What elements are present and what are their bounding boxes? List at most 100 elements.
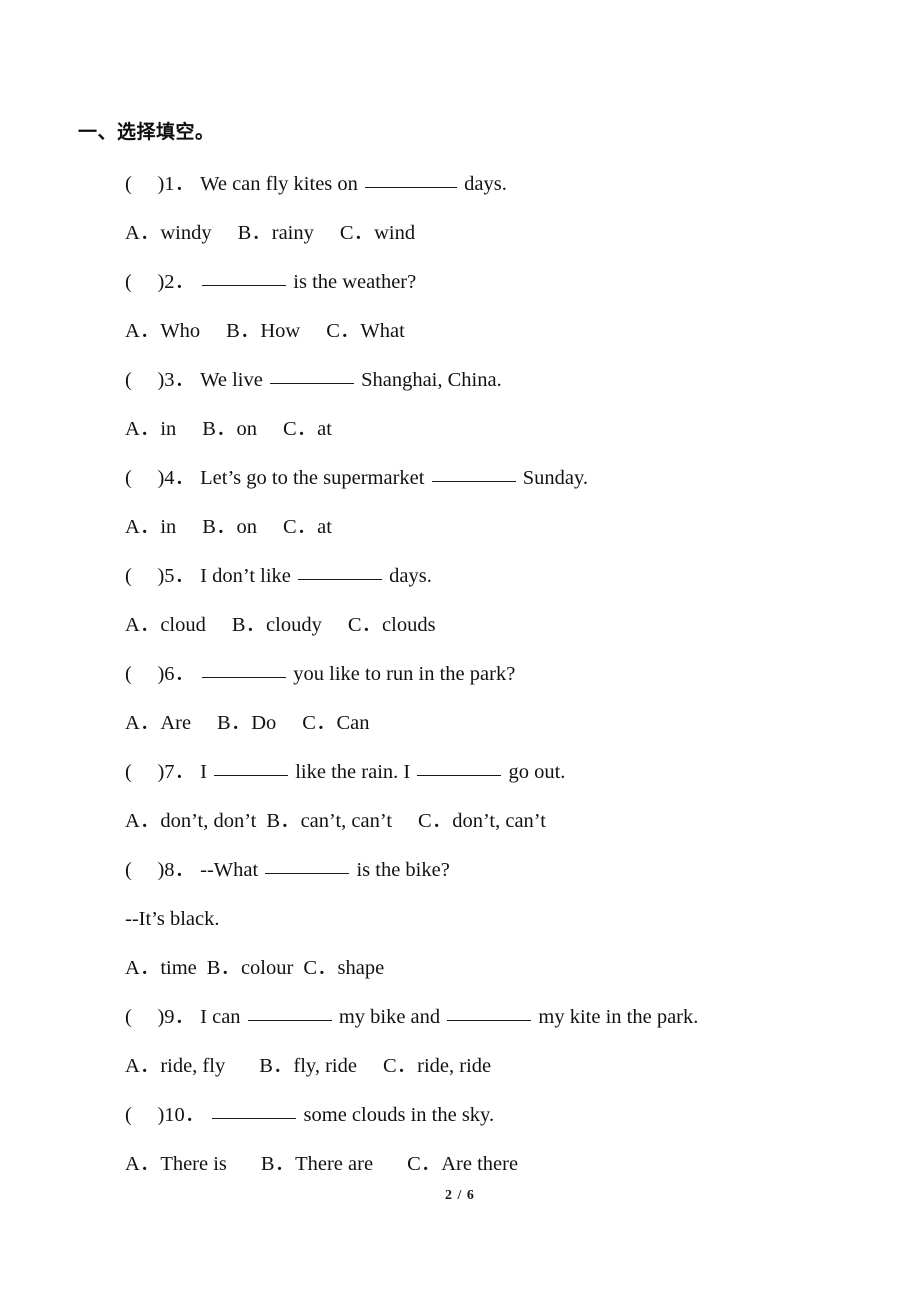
option-b-text-5[interactable]: cloudy — [266, 614, 322, 636]
option-c-label-2: C． — [326, 320, 361, 342]
option-c-text-1[interactable]: wind — [374, 222, 415, 244]
option-b-text-2[interactable]: How — [260, 320, 300, 342]
question-text-4-after: Sunday. — [517, 467, 589, 489]
option-a-text-10[interactable]: There is — [160, 1153, 227, 1175]
option-c-text-7[interactable]: don’t, can’t — [452, 810, 546, 832]
question-text-1-after: days. — [459, 173, 507, 195]
question-stem-2: ( )2． is the weather? — [78, 258, 860, 307]
option-b-text-4[interactable]: on — [236, 516, 257, 538]
option-a-text-9[interactable]: ride, fly — [160, 1055, 225, 1077]
question-number-10: 10． — [164, 1104, 206, 1126]
option-b-text-9[interactable]: fly, ride — [293, 1055, 357, 1077]
answer-bracket-8[interactable]: ( ) — [125, 859, 164, 881]
dialogue-reply-8: --It’s black. — [125, 908, 220, 930]
options-7: A．don’t, don’t B．can’t, can’t C．don’t, can… — [78, 797, 860, 846]
fill-blank-3[interactable] — [269, 368, 354, 384]
options-3: A．in B．on C．at — [78, 405, 860, 454]
option-c-text-5[interactable]: clouds — [382, 614, 436, 636]
option-c-text-8[interactable]: shape — [338, 957, 385, 979]
question-text-3-before: We live — [200, 369, 268, 391]
question-stem-9: ( )9． I can my bike and my kite in the p… — [78, 993, 860, 1042]
answer-bracket-6[interactable]: ( ) — [125, 663, 164, 685]
option-a-text-5[interactable]: cloud — [160, 614, 206, 636]
option-c-label-6: C． — [302, 712, 337, 734]
option-a-text-2[interactable]: Who — [160, 320, 200, 342]
option-c-text-10[interactable]: Are there — [441, 1153, 518, 1175]
option-c-text-3[interactable]: at — [317, 418, 332, 440]
options-9: A．ride, fly B．fly, ride C．ride, ride — [78, 1042, 860, 1091]
fill-blank-6[interactable] — [202, 662, 287, 678]
fill-blank-2[interactable] — [202, 270, 287, 286]
question-text-1-before: We can fly kites on — [200, 173, 364, 195]
option-a-text-8[interactable]: time — [160, 957, 196, 979]
answer-bracket-9[interactable]: ( ) — [125, 1006, 164, 1028]
options-5: A．cloud B．cloudy C．clouds — [78, 601, 860, 650]
answer-bracket-10[interactable]: ( ) — [125, 1104, 164, 1126]
answer-bracket-1[interactable]: ( ) — [125, 173, 164, 195]
answer-bracket-5[interactable]: ( ) — [125, 565, 164, 587]
question-number-1: 1． — [164, 173, 196, 195]
option-a-text-3[interactable]: in — [160, 418, 176, 440]
question-number-5: 5． — [164, 565, 196, 587]
question-stem-4: ( )4． Let’s go to the supermarket Sunday… — [78, 454, 860, 503]
option-a-text-7[interactable]: don’t, don’t — [160, 810, 256, 832]
question-number-2: 2． — [164, 271, 196, 293]
option-b-label-1: B． — [237, 222, 272, 244]
option-c-text-4[interactable]: at — [317, 516, 332, 538]
question-stem-10: ( )10． some clouds in the sky. — [78, 1091, 860, 1140]
fill-blank-1[interactable] — [365, 172, 458, 188]
question-stem-8: ( )8． --What is the bike? — [78, 846, 860, 895]
option-b-label-6: B． — [217, 712, 252, 734]
fill-blank-9b[interactable] — [447, 1005, 532, 1021]
fill-blank-5[interactable] — [298, 564, 382, 580]
option-b-text-10[interactable]: There are — [295, 1153, 373, 1175]
option-a-label-10: A． — [125, 1153, 161, 1175]
option-c-label-9: C． — [382, 1055, 418, 1077]
question-text-7-before: I — [200, 761, 213, 783]
fill-blank-10[interactable] — [212, 1103, 297, 1119]
options-6: A．Are B．Do C．Can — [78, 699, 860, 748]
fill-blank-7a[interactable] — [214, 760, 289, 776]
question-text-9-before: I can — [200, 1006, 246, 1028]
option-a-text-6[interactable]: Are — [160, 712, 191, 734]
option-c-text-6[interactable]: Can — [336, 712, 369, 734]
option-c-label-7: C． — [418, 810, 453, 832]
answer-bracket-3[interactable]: ( ) — [125, 369, 164, 391]
question-item-7: ( )7． I like the rain. I go out. A．don’t… — [78, 748, 860, 846]
question-text-7-middle: like the rain. I — [290, 761, 416, 783]
option-c-label-8: C． — [303, 957, 338, 979]
question-number-6: 6． — [164, 663, 196, 685]
option-c-label-1: C． — [339, 222, 375, 244]
answer-bracket-4[interactable]: ( ) — [125, 467, 164, 489]
option-b-label-9: B． — [259, 1055, 294, 1077]
option-b-text-1[interactable]: rainy — [272, 222, 314, 244]
question-text-3-after: Shanghai, China. — [355, 369, 502, 391]
answer-bracket-2[interactable]: ( ) — [125, 271, 164, 293]
options-4: A．in B．on C．at — [78, 503, 860, 552]
options-2: A．Who B．How C．What — [78, 307, 860, 356]
question-item-2: ( )2． is the weather? A．Who B．How C．What — [78, 258, 860, 356]
question-text-7-after: go out. — [503, 761, 566, 783]
answer-bracket-7[interactable]: ( ) — [125, 761, 164, 783]
fill-blank-8[interactable] — [265, 858, 350, 874]
option-a-text-4[interactable]: in — [160, 516, 176, 538]
question-text-5-after: days. — [384, 565, 432, 587]
options-1: A．windy B．rainy C．wind — [78, 209, 860, 258]
option-b-text-6[interactable]: Do — [251, 712, 276, 734]
question-text-8-after: is the bike? — [351, 859, 450, 881]
question-item-3: ( )3． We live Shanghai, China. A．in B．on C… — [78, 356, 860, 454]
option-b-text-8[interactable]: colour — [241, 957, 293, 979]
option-b-label-5: B． — [231, 614, 267, 636]
option-b-label-8: B． — [206, 957, 241, 979]
option-b-text-7[interactable]: can’t, can’t — [301, 810, 392, 832]
option-a-label-4: A． — [125, 516, 161, 538]
option-b-text-3[interactable]: on — [236, 418, 257, 440]
option-c-text-9[interactable]: ride, ride — [417, 1055, 491, 1077]
option-a-text-1[interactable]: windy — [160, 222, 211, 244]
fill-blank-9a[interactable] — [247, 1005, 332, 1021]
option-b-label-4: B． — [202, 516, 237, 538]
fill-blank-4[interactable] — [431, 466, 516, 482]
fill-blank-7b[interactable] — [417, 760, 502, 776]
question-stem-5: ( )5． I don’t like days. — [78, 552, 860, 601]
option-c-text-2[interactable]: What — [360, 320, 404, 342]
